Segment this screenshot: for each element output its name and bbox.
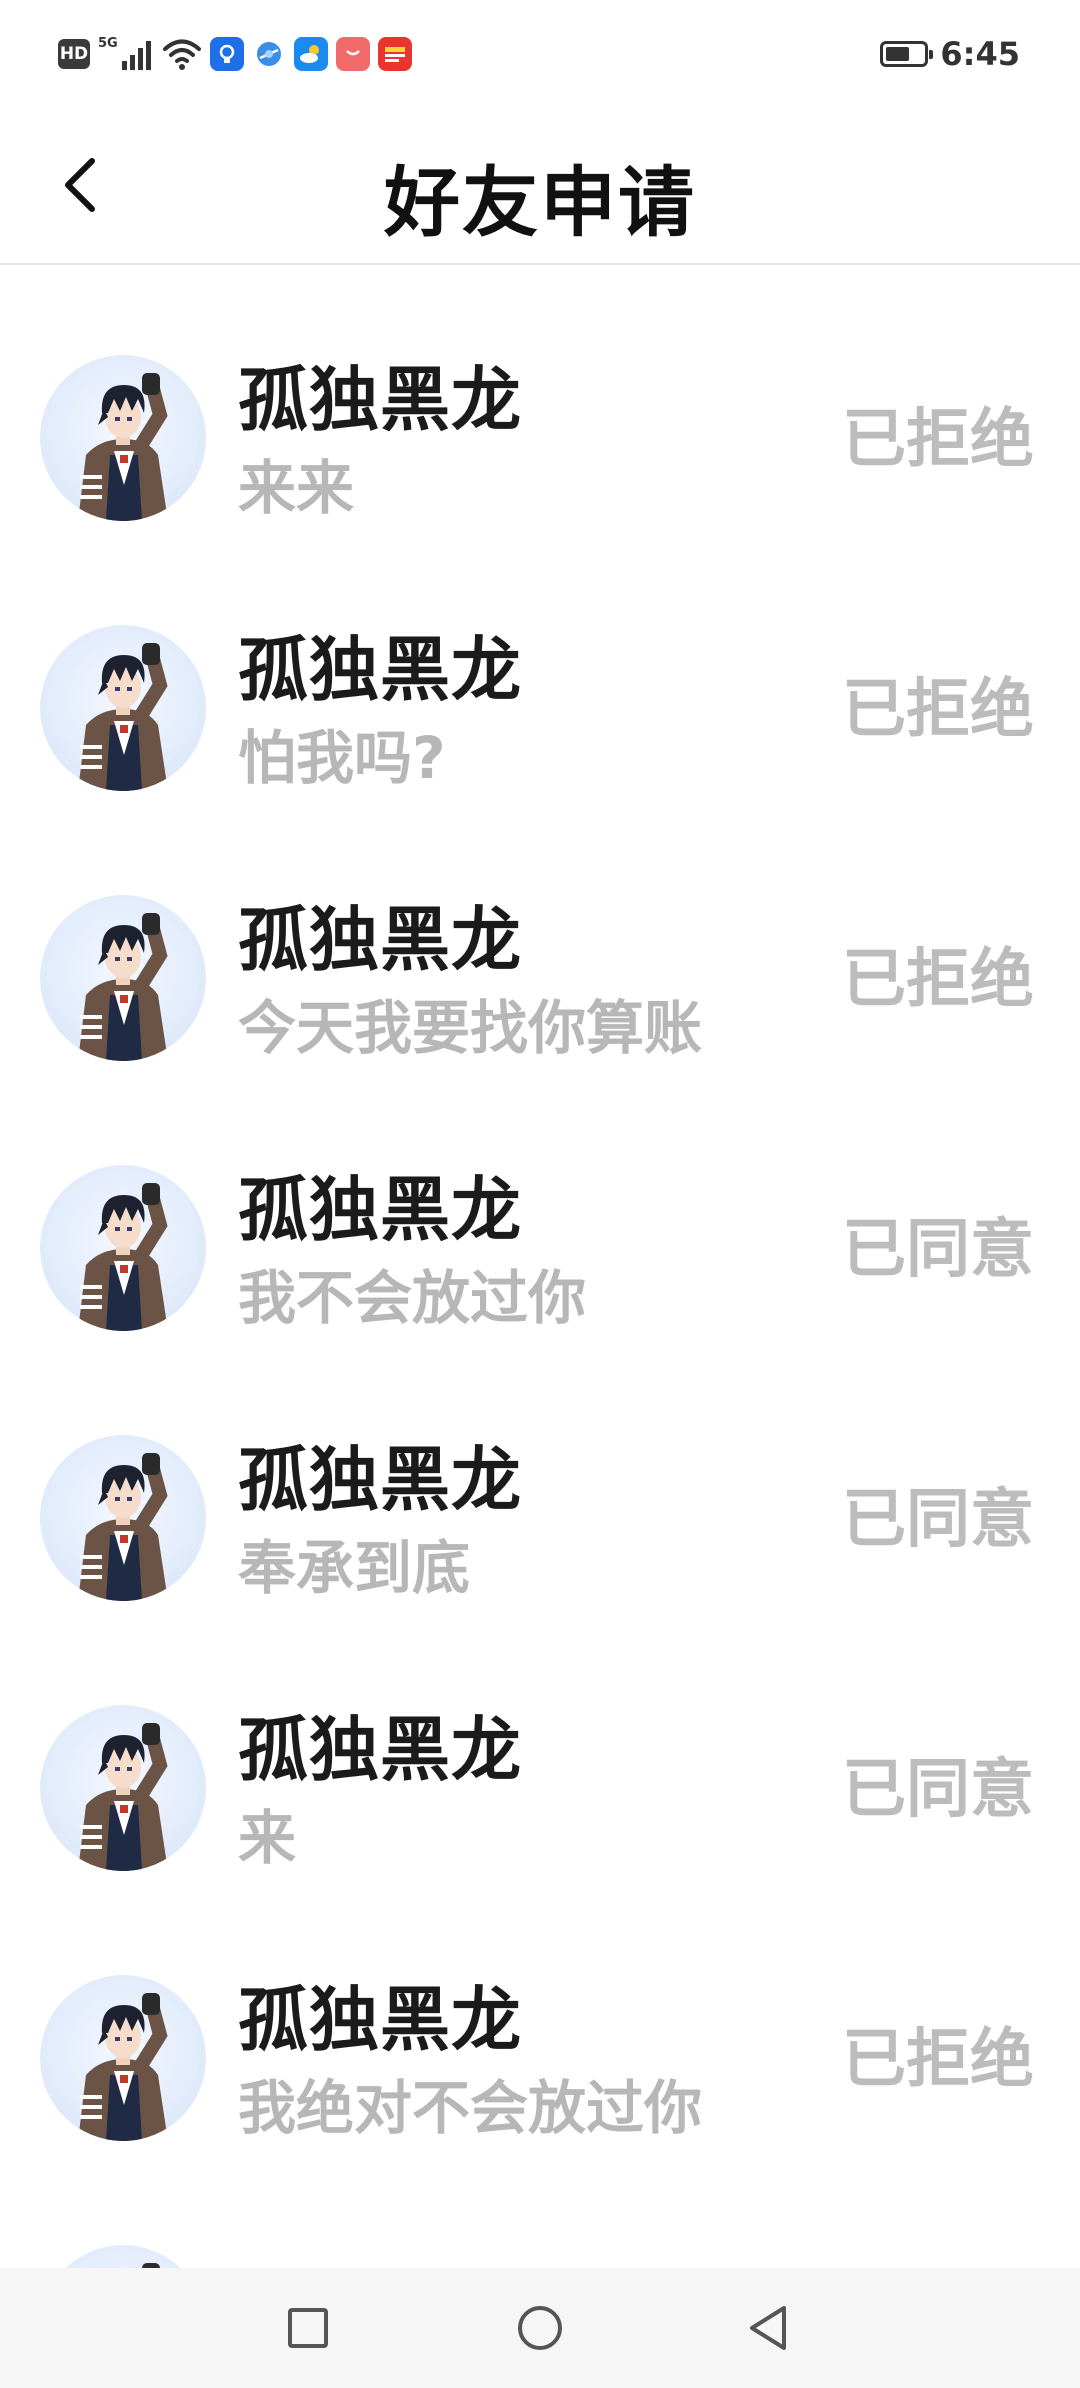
status-bar-right: 6:45 bbox=[880, 32, 1020, 76]
friend-request-list[interactable]: 孤独黑龙 来来 已拒绝 孤独黑龙 怕我吗? 已拒绝 孤独黑龙 今天我要找你算账 … bbox=[0, 270, 1080, 2270]
avatar-image bbox=[78, 1183, 168, 1331]
request-name: 孤独黑龙 bbox=[238, 359, 522, 441]
avatar-image bbox=[78, 643, 168, 791]
avatar[interactable] bbox=[40, 1705, 206, 1871]
avatar[interactable] bbox=[40, 2245, 206, 2270]
friend-request-item-2[interactable]: 孤独黑龙 怕我吗? 已拒绝 bbox=[0, 540, 1080, 810]
battery-fill bbox=[886, 47, 910, 61]
avatar[interactable] bbox=[40, 1975, 206, 2141]
request-status: 已同意 bbox=[842, 1483, 1034, 1557]
request-name: 孤独黑龙 bbox=[238, 1169, 522, 1251]
friend-request-item-5[interactable]: 孤独黑龙 奉承到底 已同意 bbox=[0, 1350, 1080, 1620]
request-status: 已同意 bbox=[842, 1753, 1034, 1827]
request-name: 孤独黑龙 bbox=[238, 629, 522, 711]
avatar[interactable] bbox=[40, 1435, 206, 1601]
page-title: 好友申请 bbox=[384, 158, 696, 247]
request-message: 怕我吗? bbox=[238, 724, 446, 792]
avatar[interactable] bbox=[40, 1165, 206, 1331]
request-name: 孤独黑龙 bbox=[238, 1979, 522, 2061]
avatar-image bbox=[78, 1723, 168, 1871]
request-message: 我不会放过你 bbox=[238, 1264, 587, 1332]
request-message: 奉承到底 bbox=[238, 1534, 471, 1602]
request-status: 已拒绝 bbox=[842, 673, 1034, 747]
request-name: 孤独黑龙 bbox=[238, 1439, 522, 1521]
back-nav-button[interactable] bbox=[736, 2296, 800, 2360]
request-status: 已拒绝 bbox=[842, 403, 1034, 477]
avatar[interactable] bbox=[40, 895, 206, 1061]
request-message: 来来 bbox=[238, 454, 355, 522]
signal-bars-icon bbox=[121, 41, 151, 70]
header: 好友申请 bbox=[0, 105, 1080, 265]
avatar-image bbox=[78, 373, 168, 521]
friend-request-item-8[interactable] bbox=[0, 2160, 1080, 2270]
weather-app-icon bbox=[293, 37, 328, 71]
news-app-icon bbox=[377, 37, 412, 71]
request-status: 已同意 bbox=[842, 1213, 1034, 1287]
avatar[interactable] bbox=[40, 355, 206, 521]
back-triangle-icon bbox=[750, 2306, 786, 2350]
clock: 6:45 bbox=[940, 35, 1020, 73]
hd-icon: HD bbox=[58, 39, 90, 69]
signal-icon: 5G bbox=[98, 37, 154, 71]
request-message: 今天我要找你算账 bbox=[238, 994, 703, 1062]
friend-request-item-3[interactable]: 孤独黑龙 今天我要找你算账 已拒绝 bbox=[0, 810, 1080, 1080]
friend-request-item-6[interactable]: 孤独黑龙 来 已同意 bbox=[0, 1620, 1080, 1890]
request-message: 来 bbox=[238, 1804, 297, 1872]
status-bar: HD 5G 6:45 bbox=[0, 0, 1080, 105]
recent-apps-button[interactable] bbox=[276, 2296, 340, 2360]
friend-request-item-4[interactable]: 孤独黑龙 我不会放过你 已同意 bbox=[0, 1080, 1080, 1350]
avatar-image bbox=[78, 1993, 168, 2141]
request-status: 已拒绝 bbox=[842, 2023, 1034, 2097]
avatar-image bbox=[78, 913, 168, 1061]
friend-request-item-1[interactable]: 孤独黑龙 来来 已拒绝 bbox=[0, 270, 1080, 540]
home-icon bbox=[518, 2306, 562, 2350]
request-message: 我绝对不会放过你 bbox=[238, 2074, 703, 2142]
request-name: 孤独黑龙 bbox=[238, 1709, 522, 1791]
hint-app-icon bbox=[209, 37, 244, 71]
browser-app-icon bbox=[251, 37, 286, 71]
request-status: 已拒绝 bbox=[842, 943, 1034, 1017]
recent-apps-icon bbox=[288, 2308, 328, 2348]
avatar[interactable] bbox=[40, 625, 206, 791]
wifi-icon bbox=[162, 39, 201, 70]
shopping-app-icon bbox=[335, 37, 370, 71]
friend-request-item-7[interactable]: 孤独黑龙 我绝对不会放过你 已拒绝 bbox=[0, 1890, 1080, 2160]
battery-icon bbox=[880, 41, 934, 67]
avatar-image bbox=[142, 2263, 160, 2270]
system-nav-bar bbox=[0, 2268, 1080, 2388]
status-bar-left: HD 5G bbox=[58, 34, 412, 74]
network-type-label: 5G bbox=[98, 36, 118, 51]
request-name: 孤独黑龙 bbox=[238, 899, 522, 981]
home-button[interactable] bbox=[508, 2296, 572, 2360]
avatar-image bbox=[78, 1453, 168, 1601]
